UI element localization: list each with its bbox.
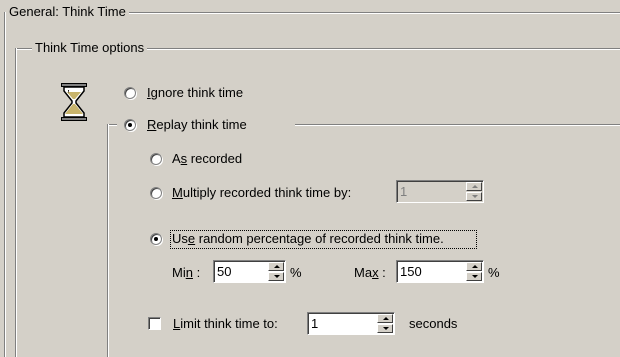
multiply-radio[interactable] <box>150 187 162 199</box>
ignore-think-time-label[interactable]: Ignore think time <box>147 85 243 101</box>
min-down-button[interactable] <box>268 272 284 281</box>
limit-think-time-label[interactable]: Limit think time to: <box>173 316 278 332</box>
multiply-value: 1 <box>400 184 408 199</box>
multiply-label[interactable]: Multiply recorded think time by: <box>172 185 351 201</box>
limit-down-button[interactable] <box>377 324 393 333</box>
replay-group-left-line <box>107 124 109 357</box>
general-group-left-line <box>4 12 6 357</box>
multiply-up-button[interactable] <box>466 182 482 191</box>
focus-rectangle <box>170 230 477 249</box>
min-unit: % <box>290 265 302 280</box>
multiply-down-button[interactable] <box>466 192 482 201</box>
limit-think-time-checkbox[interactable] <box>148 317 161 330</box>
replay-think-time-radio[interactable] <box>124 119 136 131</box>
ignore-think-time-radio[interactable] <box>124 87 136 99</box>
max-spin-buttons[interactable] <box>466 262 482 281</box>
limit-unit: seconds <box>409 316 458 331</box>
max-value: 150 <box>400 264 422 279</box>
limit-value: 1 <box>311 316 319 331</box>
limit-spin-buttons[interactable] <box>377 314 393 333</box>
multiply-spinner[interactable]: 1 <box>396 180 484 203</box>
options-group-title: Think Time options <box>32 40 148 56</box>
min-spin-buttons[interactable] <box>268 262 284 281</box>
as-recorded-radio[interactable] <box>150 153 162 165</box>
min-spinner[interactable]: 50 <box>213 260 286 283</box>
options-group-left-line <box>15 48 17 357</box>
max-label: Max : <box>354 265 386 280</box>
max-unit: % <box>488 265 500 280</box>
general-group-title: General: Think Time <box>6 4 129 20</box>
limit-spinner[interactable]: 1 <box>307 312 395 335</box>
min-up-button[interactable] <box>268 262 284 271</box>
min-label: Min : <box>172 265 201 280</box>
limit-up-button[interactable] <box>377 314 393 323</box>
multiply-spin-buttons[interactable] <box>466 182 482 201</box>
replay-think-time-label[interactable]: Replay think time <box>147 117 247 133</box>
hourglass-icon <box>59 82 89 122</box>
max-up-button[interactable] <box>466 262 482 271</box>
max-down-button[interactable] <box>466 272 482 281</box>
random-percentage-radio[interactable] <box>150 233 162 245</box>
max-spinner[interactable]: 150 <box>396 260 484 283</box>
min-value: 50 <box>217 264 232 279</box>
as-recorded-label[interactable]: As recorded <box>172 151 242 167</box>
